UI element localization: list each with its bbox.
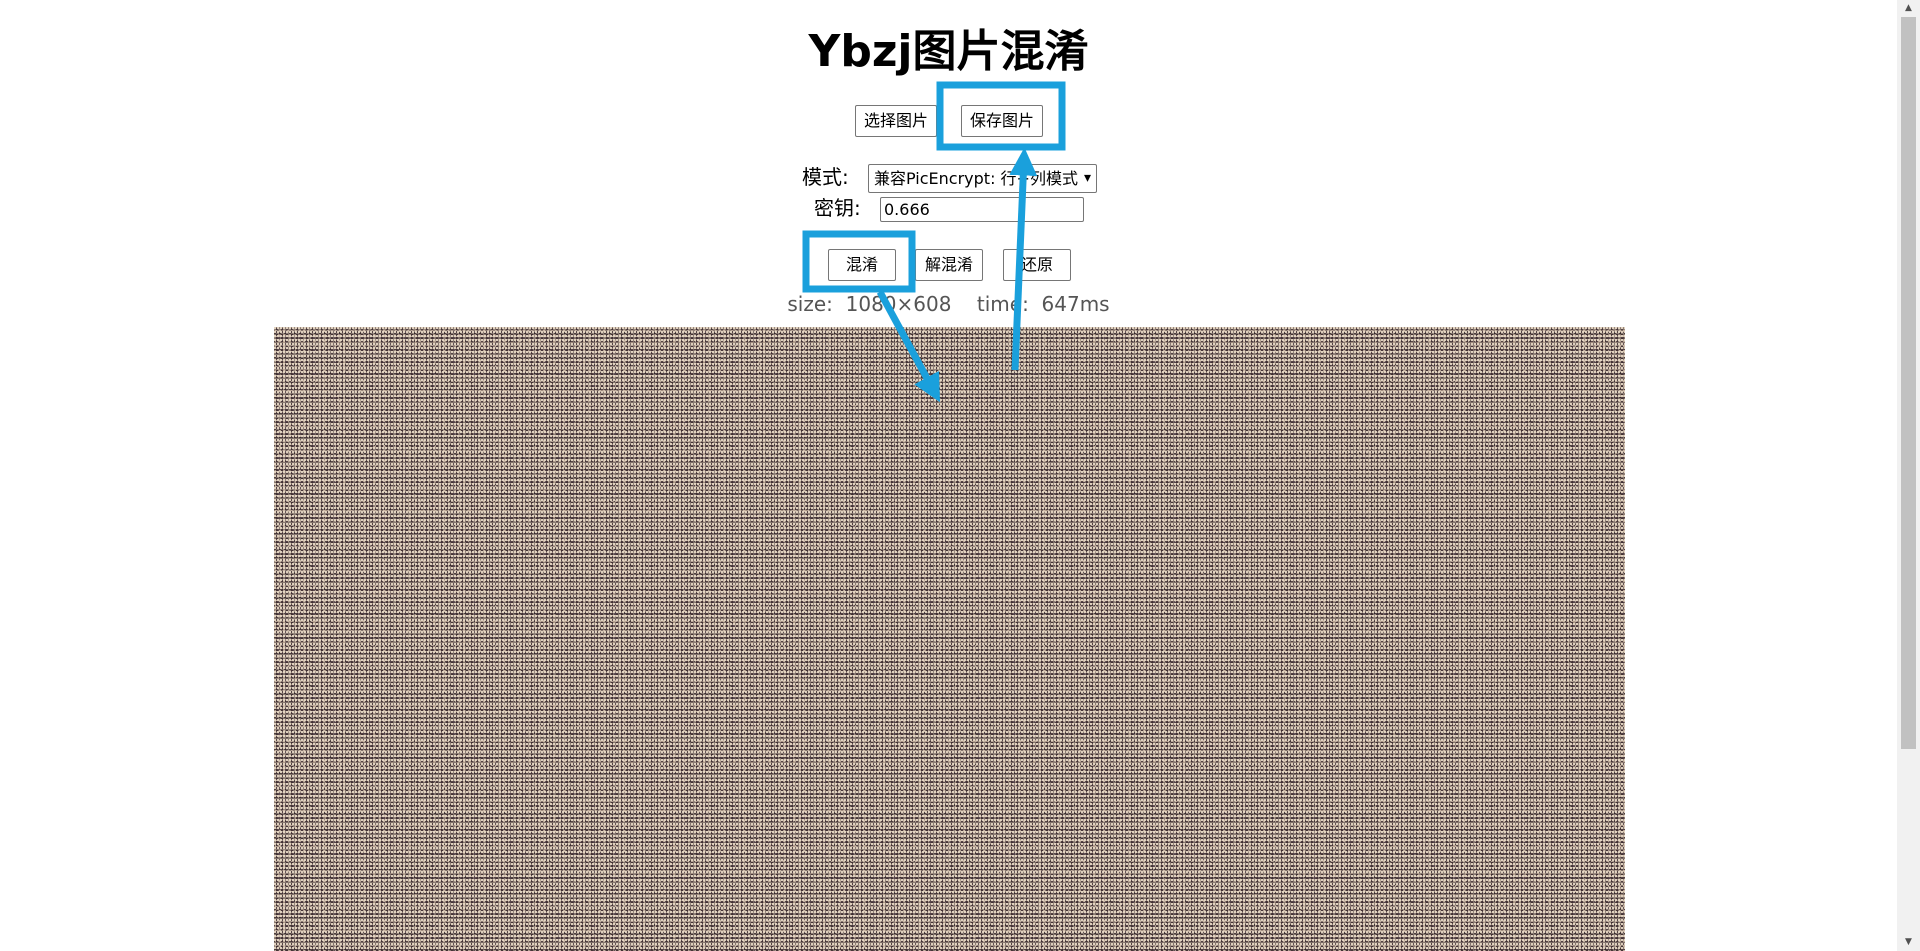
key-label: 密钥: [814, 196, 861, 220]
scrollbar-thumb[interactable] [1901, 17, 1916, 749]
image-info: size: 1080×608 time: 647ms [787, 292, 1110, 316]
select-image-button[interactable]: 选择图片 [855, 105, 937, 137]
mode-label: 模式: [802, 165, 849, 189]
unmix-button[interactable]: 解混淆 [915, 249, 983, 281]
mode-select-value: 兼容PicEncrypt: 行+列模式 [874, 169, 1078, 188]
scrambled-image-canvas [274, 327, 1625, 951]
mix-button[interactable]: 混淆 [828, 249, 896, 281]
mode-select[interactable]: 兼容PicEncrypt: 行+列模式 ▾ [868, 164, 1097, 193]
vertical-scrollbar[interactable]: ▲ ▼ [1897, 0, 1920, 951]
scroll-down-icon[interactable]: ▼ [1897, 934, 1920, 951]
chevron-down-icon: ▾ [1083, 170, 1091, 186]
key-input[interactable] [880, 197, 1084, 222]
save-image-button[interactable]: 保存图片 [961, 105, 1043, 137]
page-title: Ybzj图片混淆 [808, 26, 1089, 77]
scroll-up-icon[interactable]: ▲ [1897, 0, 1920, 17]
restore-button[interactable]: 还原 [1003, 249, 1071, 281]
app-root: Ybzj图片混淆 选择图片 保存图片 模式: 兼容PicEncrypt: 行+列… [0, 0, 1920, 951]
